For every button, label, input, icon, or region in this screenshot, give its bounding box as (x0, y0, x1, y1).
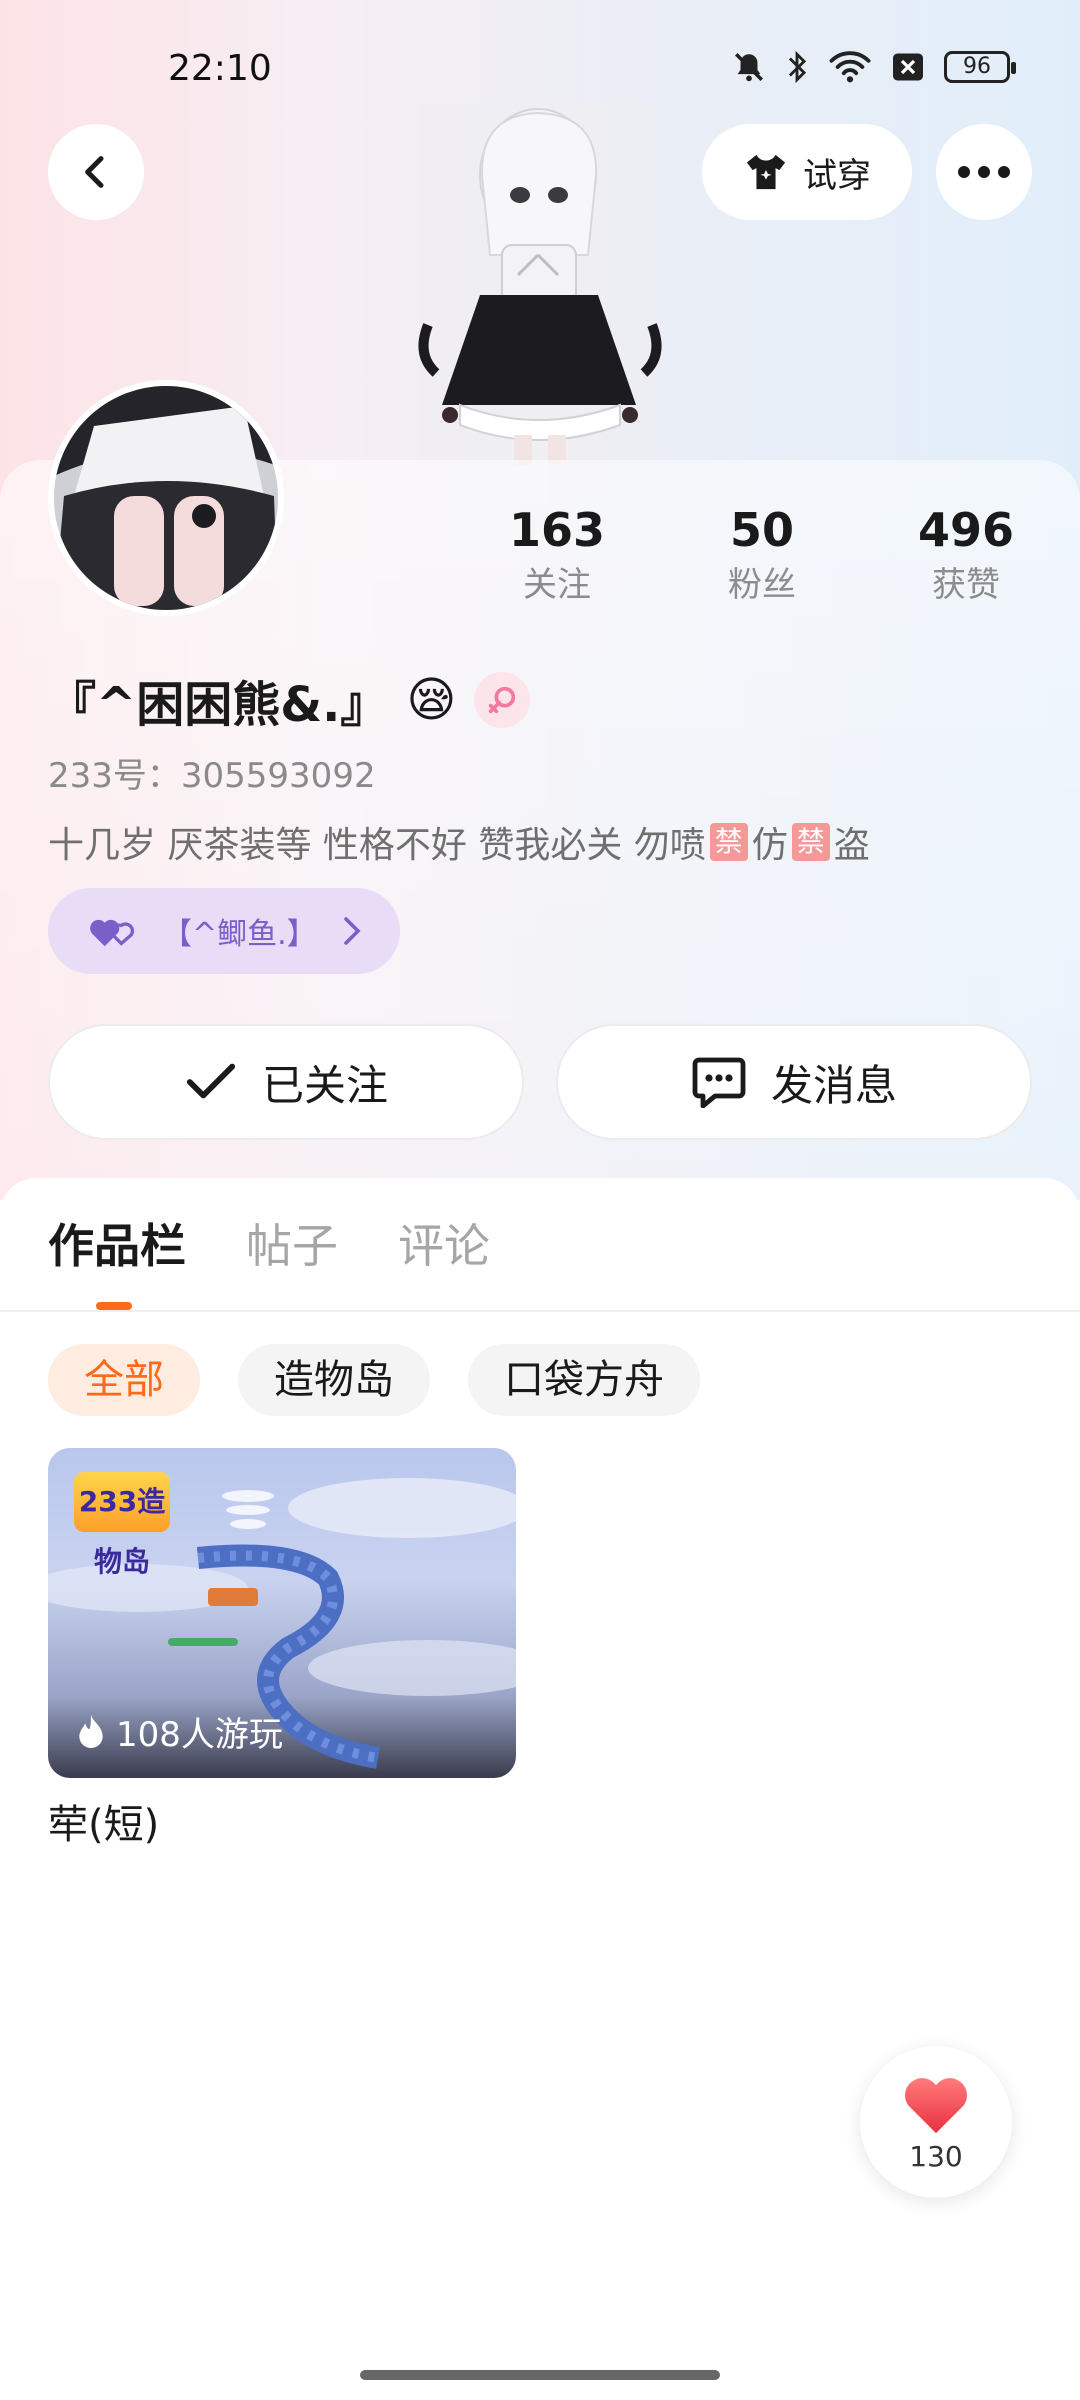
message-button[interactable]: 发消息 (556, 1024, 1032, 1140)
bio-text: 十几岁 厌茶装等 性格不好 赞我必关 勿喷 (48, 825, 706, 866)
ban-tag: 禁 (709, 823, 748, 861)
tab-divider (0, 1310, 1080, 1312)
chevron-right-icon (343, 917, 361, 945)
heart-icon (905, 2077, 967, 2133)
filter-pocket-ark[interactable]: 口袋方舟 (468, 1344, 700, 1416)
tab-indicator (96, 1302, 132, 1310)
stat-following-label: 关注 (523, 565, 591, 605)
like-button[interactable]: 130 (860, 2046, 1012, 2198)
stat-following[interactable]: 163 关注 (467, 500, 647, 610)
status-bar: 22:10 96 (0, 40, 1080, 104)
message-label: 发消息 (770, 1060, 897, 1110)
bio-text: 仿 (751, 825, 788, 866)
avatar-image (54, 386, 278, 610)
filter-all[interactable]: 全部 (48, 1344, 200, 1416)
chevron-left-icon (85, 156, 104, 188)
cp-relation-pill[interactable]: 【^鲫鱼.】 (48, 888, 400, 974)
play-count-text: 108人游玩 (116, 1715, 283, 1755)
work-card[interactable]: 233造物岛 108人游玩 (48, 1448, 516, 1778)
more-dots-icon (958, 166, 1010, 178)
user-id[interactable]: 233号：305593092 (48, 748, 376, 797)
play-count: 108人游玩 (76, 1707, 283, 1756)
stat-likes-label: 获赞 (932, 565, 1000, 605)
female-icon (474, 672, 531, 728)
try-on-button[interactable]: 试穿 (702, 124, 912, 220)
cp-name: 【^鲫鱼.】 (162, 917, 317, 952)
check-icon (186, 1063, 236, 1099)
chat-bubble-icon (692, 1057, 746, 1108)
mute-icon (734, 52, 764, 82)
bluetooth-icon (788, 50, 807, 84)
no-sim-icon (893, 53, 923, 81)
fire-icon (79, 1713, 103, 1748)
bio-text: 盗 (833, 825, 870, 866)
tab-works[interactable]: 作品栏 (48, 1210, 186, 1276)
wifi-icon (829, 51, 871, 83)
try-on-label: 试穿 (803, 155, 871, 196)
stat-following-value: 163 (508, 503, 606, 557)
stat-fans[interactable]: 50 粉丝 (672, 500, 852, 610)
work-badge: 233造物岛 (74, 1472, 170, 1578)
more-button[interactable] (936, 124, 1032, 220)
tshirt-icon (746, 154, 786, 190)
profile-tabs: 作品栏 帖子 评论 (48, 1210, 490, 1276)
following-button[interactable]: 已关注 (48, 1024, 524, 1140)
stat-fans-value: 50 (729, 503, 794, 557)
status-emoji[interactable]: 😪 (406, 672, 456, 728)
double-heart-icon (90, 919, 135, 947)
ban-tag: 禁 (791, 823, 830, 861)
back-button[interactable] (48, 124, 144, 220)
tab-posts[interactable]: 帖子 (246, 1210, 338, 1276)
nickname: 『^困困熊&.』 (48, 677, 389, 733)
tab-comments[interactable]: 评论 (398, 1210, 490, 1276)
stat-likes-value: 496 (917, 503, 1015, 557)
work-title[interactable]: 荦(短) (48, 1792, 159, 1850)
avatar[interactable] (48, 380, 284, 616)
stat-likes[interactable]: 496 获赞 (876, 500, 1056, 610)
character-figure (418, 105, 662, 465)
nickname-row: 『^困困熊&.』 😪 (48, 664, 531, 736)
home-indicator[interactable] (360, 2370, 720, 2380)
filter-chips: 全部 造物岛 口袋方舟 (48, 1344, 700, 1416)
like-count: 130 (909, 2139, 963, 2173)
filter-creation-island[interactable]: 造物岛 (238, 1344, 430, 1416)
battery-indicator: 96 (944, 51, 1016, 83)
status-time: 22:10 (168, 48, 272, 89)
status-icons: 96 (732, 50, 1016, 84)
following-label: 已关注 (261, 1060, 388, 1110)
bio: 十几岁 厌茶装等 性格不好 赞我必关 勿喷 禁 仿 禁 盗 (48, 816, 870, 868)
stat-fans-label: 粉丝 (728, 565, 796, 605)
